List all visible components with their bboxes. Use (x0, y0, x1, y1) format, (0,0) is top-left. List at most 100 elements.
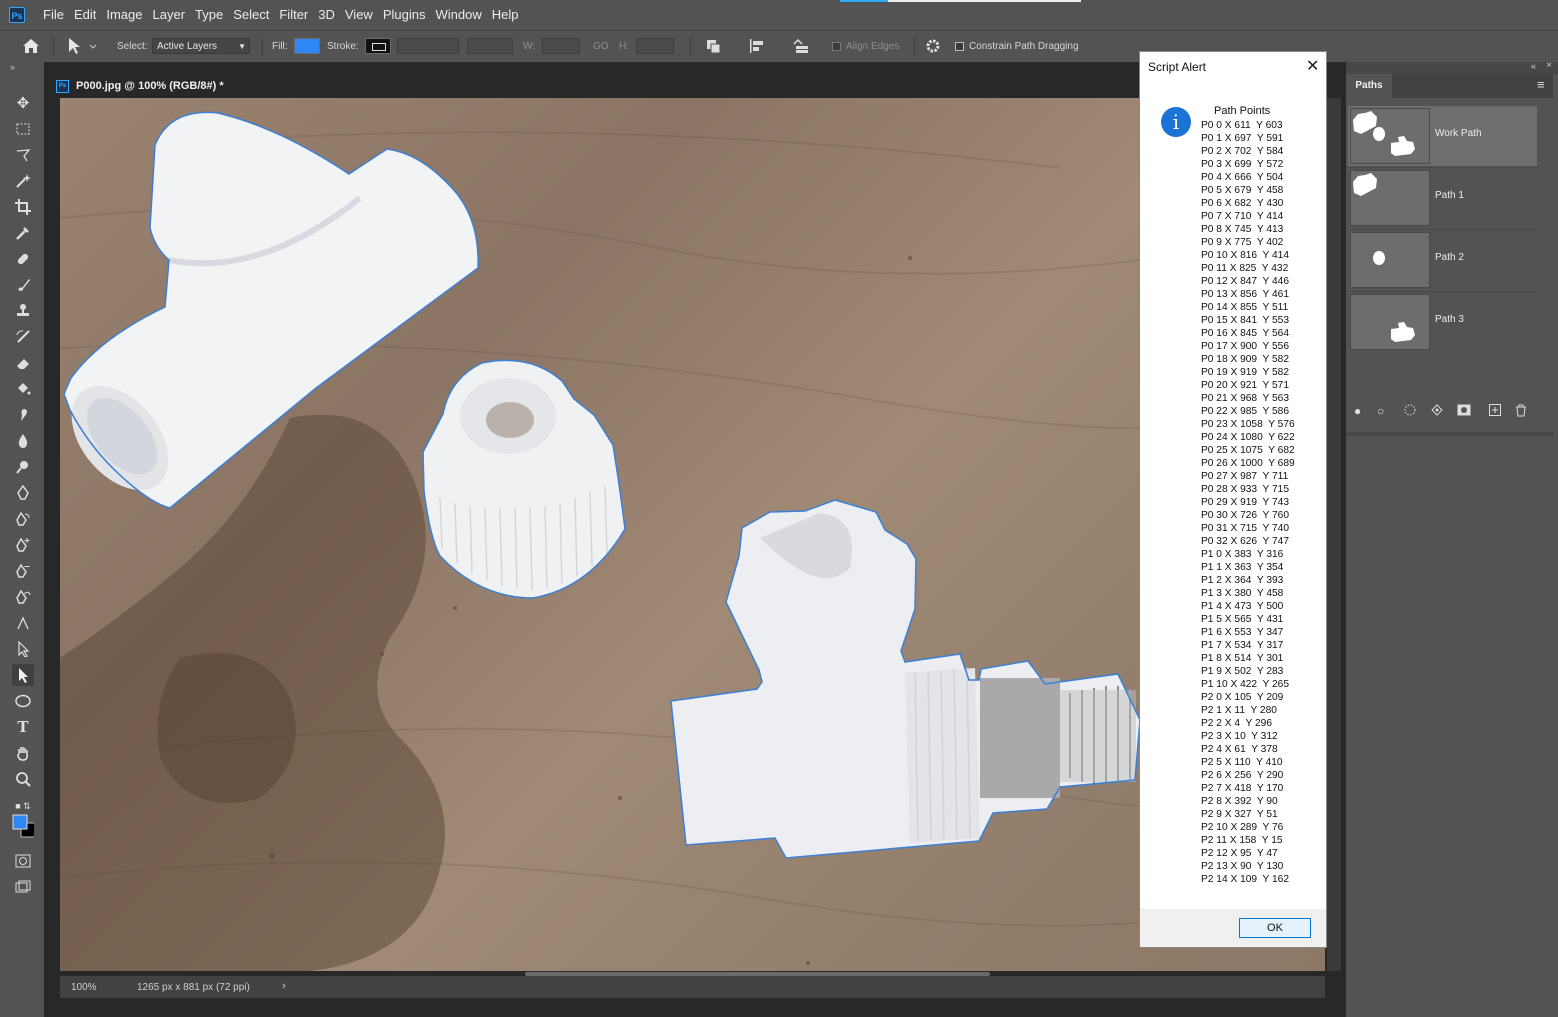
document-tab[interactable]: Ps P000.jpg @ 100% (RGB/8#) * (56, 75, 224, 97)
menu-filter[interactable]: Filter (274, 0, 313, 30)
constrain-path-dragging-label: Constrain Path Dragging (969, 40, 1079, 52)
magic-wand-tool-icon[interactable] (12, 170, 34, 192)
path-point-line: P0 12 X 847 Y 446 (1201, 276, 1289, 287)
clone-stamp-tool-icon[interactable] (12, 300, 34, 322)
zoom-level[interactable]: 100% (71, 982, 97, 993)
menu-window[interactable]: Window (430, 0, 486, 30)
delete-anchor-point-tool-icon[interactable] (12, 560, 34, 582)
path-point-line: P0 30 X 726 Y 760 (1201, 510, 1289, 521)
make-work-path-icon[interactable] (1431, 404, 1443, 419)
menu-image[interactable]: Image (101, 0, 147, 30)
marquee-tool-icon[interactable] (12, 118, 34, 140)
path-point-line: P0 19 X 919 Y 582 (1201, 367, 1289, 378)
path-points-list: P0 0 X 611 Y 603 P0 1 X 697 Y 591 P0 2 X 7… (1201, 119, 1295, 886)
eyedropper-tool-icon[interactable] (12, 222, 34, 244)
path-row-path-3[interactable]: Path 3 (1348, 292, 1537, 352)
gear-icon[interactable] (925, 31, 941, 61)
healing-brush-tool-icon[interactable] (12, 248, 34, 270)
menu-3d[interactable]: 3D (313, 0, 340, 30)
freeform-pen-tool-icon[interactable] (12, 508, 34, 530)
path-point-line: P0 11 X 825 Y 432 (1201, 263, 1289, 274)
menu-edit[interactable]: Edit (69, 0, 101, 30)
path-row-path-1[interactable]: Path 1 (1348, 168, 1537, 228)
close-icon[interactable]: ✕ (1306, 56, 1319, 76)
image-canvas[interactable] (60, 98, 1325, 971)
path-row-path-2[interactable]: Path 2 (1348, 230, 1537, 290)
add-anchor-point-tool-icon[interactable] (12, 534, 34, 556)
fill-color-swatch[interactable] (294, 38, 320, 54)
path-selection-tool-preset[interactable] (66, 31, 96, 61)
smudge-tool-icon[interactable] (12, 404, 34, 426)
height-field[interactable] (636, 38, 674, 54)
direct-selection-tool-icon[interactable] (12, 664, 34, 686)
screen-mode-icon[interactable] (12, 876, 34, 898)
stroke-color-swatch[interactable] (365, 38, 391, 54)
lasso-tool-icon[interactable] (12, 144, 34, 166)
menu-type[interactable]: Type (190, 0, 228, 30)
panel-header: « × (1346, 60, 1558, 74)
crop-tool-icon[interactable] (12, 196, 34, 218)
menu-plugins[interactable]: Plugins (378, 0, 431, 30)
paint-bucket-tool-icon[interactable] (12, 378, 34, 400)
brush-tool-icon[interactable] (12, 274, 34, 296)
fill-path-icon[interactable]: ● (1354, 404, 1361, 418)
path-alignment-icon[interactable] (748, 31, 766, 61)
pen-tool-icon[interactable] (12, 482, 34, 504)
constrain-path-dragging-checkbox[interactable] (955, 41, 964, 51)
menu-layer[interactable]: Layer (148, 0, 191, 30)
add-mask-icon[interactable] (1457, 404, 1471, 419)
path-point-line: P2 1 X 11 Y 280 (1201, 705, 1277, 716)
close-panel-icon[interactable]: × (1546, 60, 1552, 71)
path-selection-tool-icon[interactable] (12, 638, 34, 660)
new-path-icon[interactable] (1489, 404, 1501, 419)
quick-mask-icon[interactable] (12, 850, 34, 872)
curvature-pen-tool-icon[interactable] (12, 586, 34, 608)
chevron-down-icon: ▼ (238, 42, 246, 51)
convert-point-tool-icon[interactable] (12, 612, 34, 634)
separator (914, 38, 915, 56)
path-arrangement-icon[interactable] (790, 31, 810, 61)
hand-tool-icon[interactable] (12, 742, 34, 764)
menu-view[interactable]: View (340, 0, 378, 30)
path-point-line: P2 10 X 289 Y 76 (1201, 822, 1284, 833)
stroke-label: Stroke: (327, 40, 359, 52)
width-field[interactable] (542, 38, 580, 54)
path-point-line: P0 21 X 968 Y 563 (1201, 393, 1289, 404)
align-edges-checkbox[interactable] (832, 41, 841, 51)
vertical-scrollbar[interactable] (1327, 98, 1341, 971)
trash-icon[interactable] (1515, 404, 1527, 420)
dodge-tool-icon[interactable] (12, 456, 34, 478)
menu-file[interactable]: File (38, 0, 69, 30)
load-as-selection-icon[interactable] (1404, 404, 1416, 419)
path-operations-icon[interactable] (705, 31, 723, 61)
eraser-tool-icon[interactable] (12, 352, 34, 374)
stroke-width-field[interactable] (397, 38, 459, 54)
menu-bar: Ps File Edit Image Layer Type Select Fil… (0, 0, 1558, 30)
stroke-path-icon[interactable]: ○ (1377, 404, 1384, 418)
path-point-line: P0 7 X 710 Y 414 (1201, 211, 1284, 222)
path-point-line: P2 8 X 392 Y 90 (1201, 796, 1278, 807)
menu-select[interactable]: Select (228, 0, 274, 30)
zoom-tool-icon[interactable] (12, 768, 34, 790)
ellipse-tool-icon[interactable] (12, 690, 34, 712)
valve (670, 499, 1141, 859)
color-swatches[interactable] (12, 814, 34, 838)
stroke-style-dropdown[interactable] (467, 38, 513, 54)
blur-tool-icon[interactable] (12, 430, 34, 452)
chevron-right-icon[interactable]: › (282, 980, 286, 992)
move-tool-icon[interactable]: ✥ (12, 92, 34, 114)
history-brush-tool-icon[interactable] (12, 326, 34, 348)
link-dimensions-label[interactable]: GO (593, 31, 609, 61)
path-row-work-path[interactable]: Work Path (1348, 106, 1537, 166)
ok-button[interactable]: OK (1239, 918, 1311, 938)
tab-paths[interactable]: Paths (1346, 74, 1392, 98)
menu-help[interactable]: Help (487, 0, 524, 30)
collapse-panel-icon[interactable]: « (1531, 61, 1536, 71)
panel-menu-icon[interactable]: ≡ (1537, 78, 1545, 91)
path-point-line: P0 9 X 775 Y 402 (1201, 237, 1284, 248)
panel-resize-edge[interactable] (1346, 432, 1553, 436)
expand-toolbox-icon[interactable]: » (10, 62, 15, 72)
select-dropdown[interactable]: Active Layers ▼ (152, 38, 250, 54)
type-tool-icon[interactable]: T (12, 716, 34, 738)
home-icon[interactable] (22, 31, 40, 61)
